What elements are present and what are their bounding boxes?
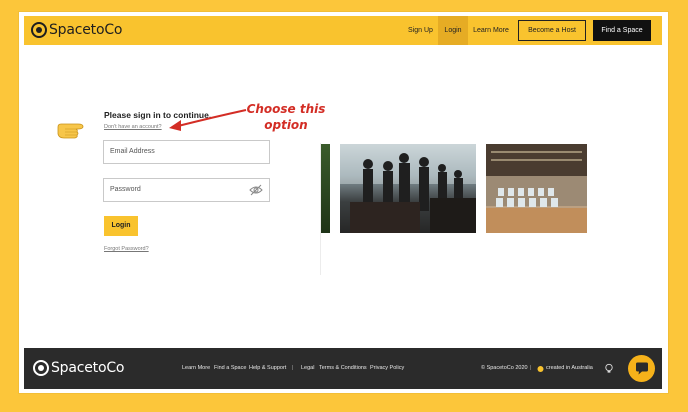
footer-privacy-link[interactable]: Privacy Policy [370, 348, 404, 389]
footer-terms-link[interactable]: Terms & Conditions [319, 348, 367, 389]
footer-created-in: created in Australia [546, 365, 593, 371]
australia-flag-icon [537, 366, 544, 372]
footer-learn-more-link[interactable]: Learn More [182, 348, 210, 389]
footer-logo-mark-icon [33, 360, 49, 376]
footer-separator: | [292, 365, 294, 371]
annotation-line-2: option [264, 118, 308, 132]
footer-copyright-separator: | [530, 365, 532, 371]
pointing-hand-icon [57, 123, 84, 139]
nav-login[interactable]: Login [438, 16, 468, 45]
footer-help-support-link[interactable]: Help & Support [249, 348, 286, 389]
email-field[interactable]: Email Address [103, 140, 270, 164]
logo-mark-icon [31, 22, 47, 38]
chat-bubble-icon [635, 362, 648, 375]
lightbulb-icon[interactable] [604, 363, 614, 374]
password-placeholder: Password [110, 186, 141, 193]
footer-copyright: © SpacetoCo 2020 [481, 365, 528, 371]
site-footer: SpacetoCo Learn More Find a Space Help &… [24, 348, 662, 389]
no-account-link[interactable]: Don't have an account? [104, 124, 162, 130]
annotation-line-1: Choose this [246, 102, 326, 116]
login-button[interactable]: Login [104, 216, 138, 236]
venue-photo-plants [321, 144, 330, 233]
forgot-password-link[interactable]: Forgot Password? [104, 246, 149, 252]
venue-photo-event-crowd [340, 144, 476, 233]
top-navbar: SpacetoCo Sign Up Login Learn More Becom… [24, 16, 662, 45]
become-a-host-button[interactable]: Become a Host [518, 20, 586, 41]
footer-find-a-space-link[interactable]: Find a Space [214, 348, 246, 389]
venue-photo-chairs [486, 144, 587, 233]
footer-brand-name: SpacetoCo [51, 360, 125, 376]
footer-legal-link[interactable]: Legal [301, 348, 314, 389]
password-field[interactable]: Password [103, 178, 270, 202]
hide-password-icon[interactable] [249, 184, 263, 196]
nav-sign-up[interactable]: Sign Up [406, 16, 435, 45]
chat-support-button[interactable] [628, 355, 655, 382]
find-a-space-button[interactable]: Find a Space [593, 20, 651, 41]
footer-brand-logo[interactable]: SpacetoCo [33, 358, 124, 378]
annotation-arrow-icon [169, 109, 247, 131]
brand-logo[interactable]: SpacetoCo [31, 20, 122, 40]
nav-learn-more[interactable]: Learn More [472, 16, 510, 45]
brand-name: SpacetoCo [49, 22, 123, 38]
email-placeholder: Email Address [110, 148, 155, 155]
annotation-callout: Choose this option [246, 101, 326, 133]
